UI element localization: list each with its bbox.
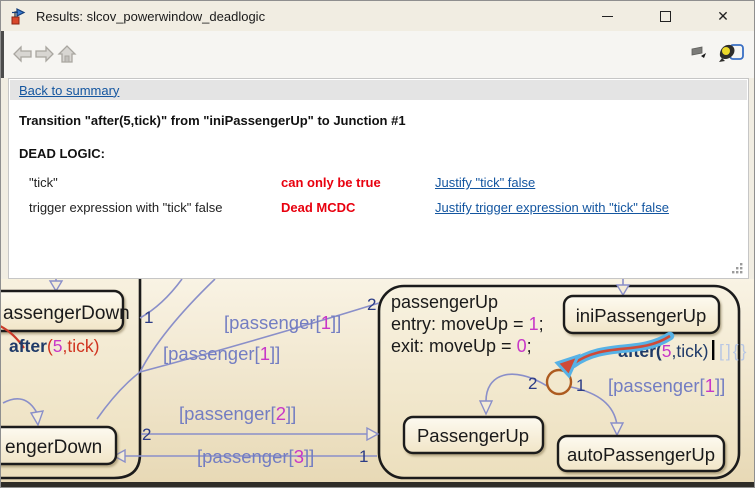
resize-grip-icon[interactable] bbox=[731, 262, 744, 275]
forward-button[interactable] bbox=[34, 43, 55, 65]
transition-number: 1 bbox=[576, 376, 585, 395]
toolbar bbox=[1, 31, 754, 78]
dead-logic-label: DEAD LOGIC: bbox=[19, 146, 738, 161]
window-title: Results: slcov_powerwindow_deadlogic bbox=[36, 9, 265, 24]
table-row: trigger expression with "tick" false Dea… bbox=[29, 195, 748, 220]
state-label: engerDown bbox=[5, 437, 102, 458]
close-icon: ✕ bbox=[717, 8, 729, 25]
back-to-summary-link[interactable]: Back to summary bbox=[19, 83, 119, 98]
home-button[interactable] bbox=[56, 43, 78, 65]
label-passenger1[interactable]: [passenger[1]] bbox=[224, 312, 341, 333]
justify-tick-false-link[interactable]: Justify "tick" false bbox=[435, 175, 748, 190]
transition-number: 2 bbox=[528, 374, 537, 393]
coverage-app-icon bbox=[10, 7, 28, 25]
status-cell: can only be true bbox=[281, 175, 435, 190]
label-passenger1[interactable]: [passenger[1]] bbox=[163, 343, 280, 364]
highlight-icon bbox=[718, 42, 744, 64]
label-after-left[interactable]: after(5,tick) bbox=[9, 336, 99, 356]
title-bar: Results: slcov_powerwindow_deadlogic ✕ bbox=[1, 1, 754, 31]
label-passenger3[interactable]: [passenger[3]] bbox=[197, 446, 314, 467]
stateflow-chart: [passenger[1]] [passenger[1]] [passenger… bbox=[1, 279, 755, 488]
transition-number: 1 bbox=[359, 447, 368, 466]
transition-number: 1 bbox=[144, 308, 153, 327]
table-row: "tick" can only be true Justify "tick" f… bbox=[29, 170, 748, 195]
forward-icon bbox=[34, 43, 55, 65]
back-icon bbox=[12, 43, 33, 65]
transition-heading: Transition "after(5,tick)" from "iniPass… bbox=[19, 113, 738, 128]
transition-number: 2 bbox=[367, 295, 376, 314]
maximize-icon bbox=[660, 11, 671, 22]
text-cursor bbox=[712, 340, 714, 360]
entry-action: entry: moveUp = 1; bbox=[391, 314, 544, 334]
home-icon bbox=[56, 43, 78, 65]
results-panel: Back to summary Transition "after(5,tick… bbox=[8, 78, 749, 279]
outer-boundary bbox=[1, 482, 755, 488]
state-label: PassengerUp bbox=[417, 425, 529, 446]
minimize-icon bbox=[602, 16, 613, 17]
condition-cell: "tick" bbox=[29, 175, 281, 190]
dead-logic-table: "tick" can only be true Justify "tick" f… bbox=[29, 170, 748, 220]
superstate-title: passengerUp bbox=[391, 292, 498, 312]
state-label: iniPassengerUp bbox=[576, 305, 707, 326]
justify-trigger-expression-link[interactable]: Justify trigger expression with "tick" f… bbox=[435, 200, 748, 215]
report-flag-button[interactable] bbox=[691, 46, 708, 60]
close-button[interactable]: ✕ bbox=[694, 1, 752, 31]
maximize-button[interactable] bbox=[636, 1, 694, 31]
minimize-button[interactable] bbox=[578, 1, 636, 31]
back-bar: Back to summary bbox=[10, 80, 747, 100]
transition-number: 2 bbox=[142, 425, 151, 444]
label-passenger2[interactable]: [passenger[2]] bbox=[179, 403, 296, 424]
flag-icon bbox=[691, 46, 708, 60]
label-passenger1[interactable]: [passenger[1]] bbox=[608, 375, 725, 396]
highlight-model-button[interactable] bbox=[718, 42, 744, 64]
results-window: Results: slcov_powerwindow_deadlogic ✕ bbox=[0, 0, 755, 488]
state-label: autoPassengerUp bbox=[567, 444, 715, 465]
autocomplete-ghost: []{} bbox=[719, 341, 748, 361]
exit-action: exit: moveUp = 0; bbox=[391, 336, 532, 356]
condition-cell: trigger expression with "tick" false bbox=[29, 200, 281, 215]
state-label: assengerDown bbox=[3, 303, 130, 324]
status-cell: Dead MCDC bbox=[281, 200, 435, 215]
back-button[interactable] bbox=[12, 43, 33, 65]
